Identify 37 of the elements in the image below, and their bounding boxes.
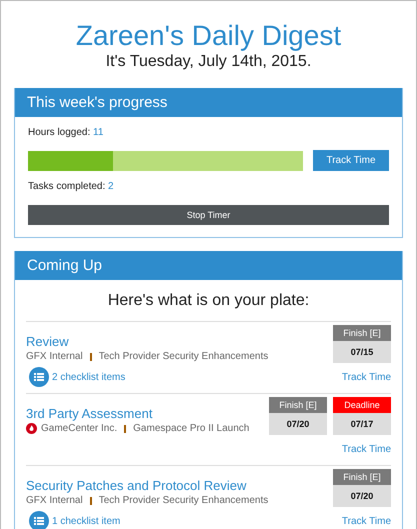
digest-title: Zareen's Daily Digest <box>74 19 342 53</box>
client-name: GFX Internal <box>26 351 83 362</box>
checklist-link[interactable]: 1 checklist item <box>29 511 120 529</box>
track-time-link[interactable]: Track Time <box>342 444 391 454</box>
separator-bar <box>90 352 92 360</box>
separator-bar <box>124 424 126 432</box>
date-value: 07/15 <box>333 341 391 363</box>
date-label: Deadline <box>333 397 391 413</box>
date-value: 07/17 <box>333 413 391 435</box>
task-title-link[interactable]: Security Patches and Protocol Review <box>26 478 268 493</box>
stop-timer-button[interactable]: Stop Timer <box>28 205 389 225</box>
date-value: 07/20 <box>269 413 327 435</box>
stat-value: 11 <box>93 127 104 138</box>
client-name: GFX Internal <box>26 495 83 506</box>
date-label: Finish [E] <box>333 325 391 341</box>
track-time-button[interactable]: Track Time <box>313 150 389 171</box>
checklist-link[interactable]: 2 checklist items <box>29 367 126 387</box>
card-title: Coming Up <box>27 257 102 274</box>
project-name: Gamespace Pro II Launch <box>133 423 250 434</box>
intro-text: Here's what is on your plate: <box>26 280 391 322</box>
task-title-link[interactable]: 3rd Party Assessment <box>26 406 250 421</box>
track-time-link[interactable]: Track Time <box>342 516 391 526</box>
project-name: Tech Provider Security Enhancements <box>98 495 268 506</box>
stat-label: Hours logged: <box>28 127 90 138</box>
client-name: GameCenter Inc. <box>41 423 118 434</box>
date-label: Finish [E] <box>269 397 327 413</box>
date-line: It's Tuesday, July 14th, 2015. <box>104 53 312 71</box>
project-name: Tech Provider Security Enhancements <box>98 351 268 362</box>
track-time-link[interactable]: Track Time <box>342 372 391 382</box>
separator-bar <box>90 496 92 504</box>
card-title: This week's progress <box>27 94 168 111</box>
date-value: 07/20 <box>333 485 391 507</box>
stat-value: 2 <box>108 181 114 192</box>
date-label: Finish [E] <box>333 469 391 485</box>
list-icon <box>29 367 49 387</box>
task-title-link[interactable]: Review <box>26 334 268 349</box>
stat-label: Tasks completed: <box>28 181 106 192</box>
